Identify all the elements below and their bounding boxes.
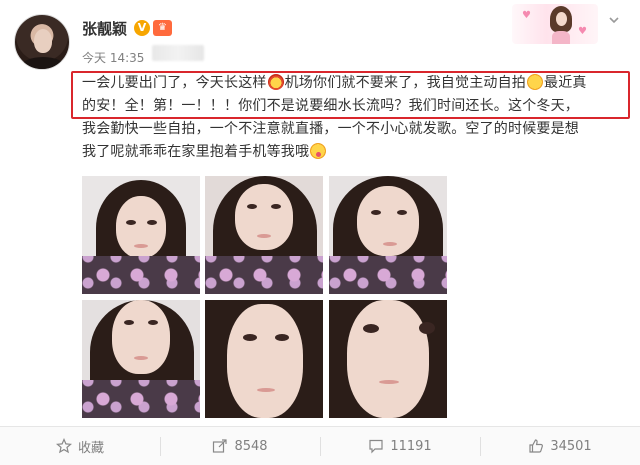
grin-emoji-icon	[527, 74, 544, 90]
star-icon	[55, 438, 72, 454]
photo-thumbnail[interactable]	[329, 300, 447, 418]
member-crown-icon: ♛	[153, 20, 172, 36]
photo-thumbnail[interactable]	[329, 176, 447, 294]
repost-button[interactable]: 8548	[160, 427, 320, 465]
photo-thumbnail[interactable]	[205, 300, 323, 418]
verified-icon: V	[134, 20, 150, 36]
avatar[interactable]	[14, 14, 70, 70]
thumbs-up-icon	[529, 439, 544, 453]
post-time[interactable]: 今天 14:35	[82, 49, 144, 66]
photo-thumbnail[interactable]	[82, 176, 200, 294]
post-line-4: 我了呢就乖乖在家里抱着手机等我哦	[82, 141, 622, 164]
heart-icon: ♥	[578, 26, 587, 37]
decoration-figure	[550, 4, 572, 44]
profile-card-decoration: ♥ ♥	[512, 4, 598, 44]
author-name[interactable]: 张靓颖	[82, 18, 127, 39]
like-count: 34501	[550, 438, 592, 454]
angry-emoji-icon	[267, 74, 284, 90]
post-line-3: 我会勤快一些自拍，一个不注意就直播，一个不小心就发歌。空了的时候要是想	[82, 121, 579, 137]
photo-thumbnail[interactable]	[82, 300, 200, 418]
post-text: 一会儿要出门了，今天长这样 机场你们就不要来了，我自觉主动自拍 最近真 的安！全！第…	[82, 72, 622, 164]
photo-thumbnail[interactable]	[205, 176, 323, 294]
favorite-button[interactable]: 收藏	[0, 427, 160, 465]
blurred-source	[152, 45, 204, 61]
favorite-label: 收藏	[77, 440, 104, 456]
heart-icon: ♥	[522, 10, 531, 21]
comment-icon	[369, 439, 383, 454]
tongue-emoji-icon	[310, 143, 327, 159]
post-menu-button[interactable]	[606, 14, 622, 30]
comment-count: 11191	[390, 438, 432, 454]
avatar-face	[34, 29, 52, 53]
repost-count: 8548	[234, 438, 268, 454]
post-line-1: 一会儿要出门了，今天长这样 机场你们就不要来了，我自觉主动自拍 最近真	[82, 74, 587, 91]
chevron-down-icon	[609, 17, 619, 24]
weibo-post-card: 张靓颖 V ♛ 今天 14:35 ♥ ♥ 一会儿要出门了，今天长这样 机场你们就不…	[0, 0, 640, 465]
share-icon	[213, 439, 228, 453]
avatar-shoulder	[21, 57, 65, 69]
like-button[interactable]: 34501	[480, 427, 640, 465]
comment-button[interactable]: 11191	[320, 427, 480, 465]
post-line-2: 的安！全！第！一！！！你们不是说要细水长流吗？我们时间还长。这个冬天，	[82, 98, 579, 114]
post-actions-bar: 收藏 8548 11191 34501	[0, 426, 640, 465]
